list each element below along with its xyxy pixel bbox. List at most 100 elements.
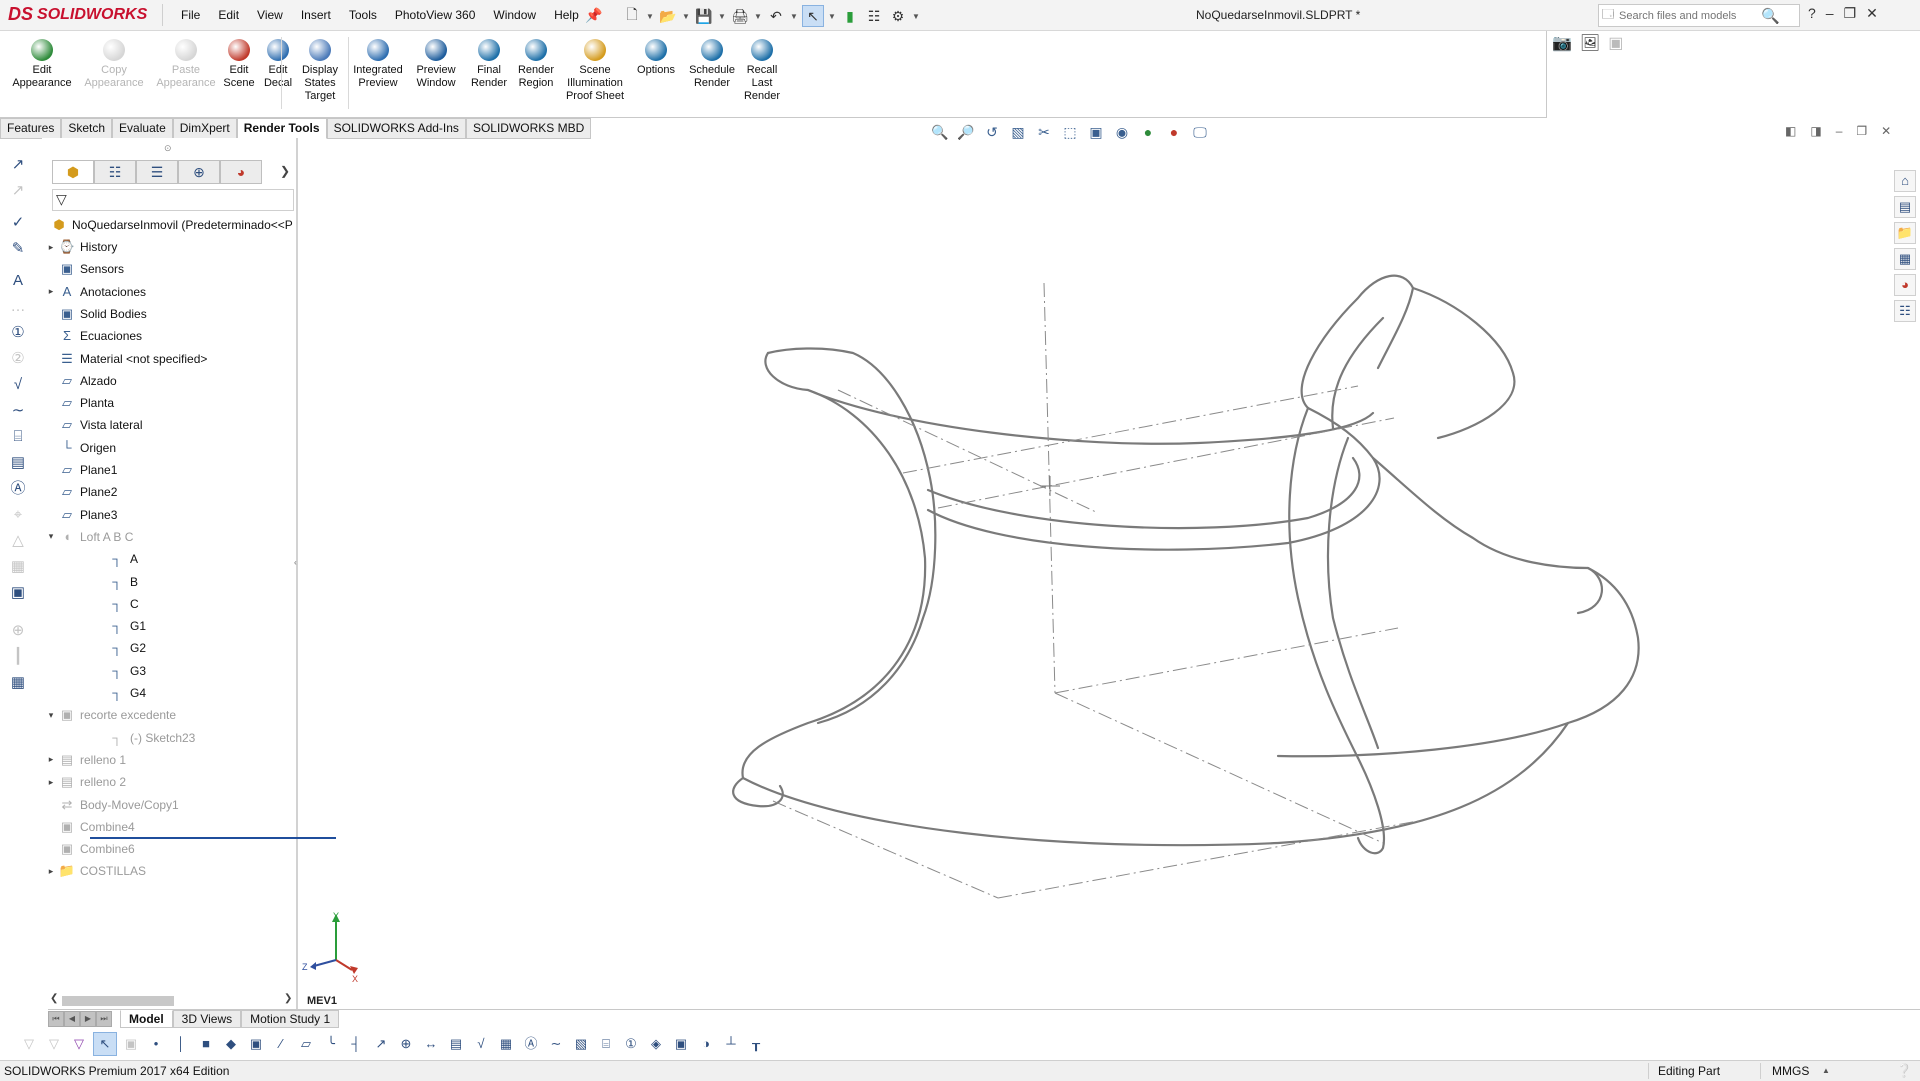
- viewport-close-icon[interactable]: ✕: [1881, 124, 1891, 138]
- tree-item[interactable]: ⇄ Body-Move/Copy1: [44, 794, 179, 816]
- filter-dimensions-icon[interactable]: ↔: [420, 1033, 442, 1055]
- tree-item[interactable]: ▱ Plane2: [44, 481, 117, 503]
- expand-arrow-icon[interactable]: ▸: [44, 242, 58, 253]
- expand-arrow-icon[interactable]: ▸: [44, 286, 58, 297]
- display-manager-tab-icon[interactable]: ◕: [220, 160, 262, 184]
- select-pointer-icon[interactable]: ↖: [802, 5, 824, 27]
- undo-icon[interactable]: ↶: [766, 6, 786, 26]
- camera-icon[interactable]: 📷: [1552, 33, 1572, 53]
- tree-item[interactable]: Σ Ecuaciones: [44, 325, 142, 347]
- save-dropdown-icon[interactable]: ▼: [718, 12, 726, 21]
- filter-cosmetic-icon[interactable]: ◈: [645, 1033, 667, 1055]
- close-icon[interactable]: ✕: [1866, 5, 1878, 22]
- tree-item[interactable]: ▱ Plane3: [44, 504, 117, 526]
- prev-tab-icon[interactable]: ◀: [64, 1011, 80, 1027]
- filter-solid-bodies-icon[interactable]: ▣: [245, 1033, 267, 1055]
- manager-tabs-scroll-right-icon[interactable]: ❯: [280, 164, 290, 178]
- tree-item[interactable]: ┐ G3: [94, 660, 146, 682]
- unit-system-selector[interactable]: MMGS: [1772, 1064, 1809, 1078]
- open-document-icon[interactable]: 📂: [658, 6, 678, 26]
- photo-render-icon[interactable]: 🖼: [1580, 33, 1600, 53]
- tree-item[interactable]: ▣ Solid Bodies: [44, 303, 147, 325]
- tab-addins[interactable]: SOLIDWORKS Add-Ins: [326, 118, 466, 139]
- filter-hatch-icon[interactable]: ▧: [570, 1033, 592, 1055]
- options-gear-icon[interactable]: ⚙: [888, 6, 908, 26]
- filter-datum-icon[interactable]: Ⓐ: [520, 1033, 542, 1055]
- tree-item[interactable]: ▣ Combine6: [44, 838, 135, 860]
- menu-photoview[interactable]: PhotoView 360: [386, 8, 485, 22]
- filter-icon[interactable]: ▽: [56, 191, 67, 208]
- tab-mbd[interactable]: SOLIDWORKS MBD: [465, 118, 592, 139]
- design-library-icon[interactable]: ▤: [1894, 196, 1916, 218]
- filter-sketch-points-icon[interactable]: ┤: [345, 1033, 367, 1055]
- filter-surface-finish-icon[interactable]: √: [470, 1033, 492, 1055]
- filter-faces-icon[interactable]: ■: [195, 1033, 217, 1055]
- reference-triad[interactable]: Y X Z: [302, 912, 362, 1002]
- menu-insert[interactable]: Insert: [292, 8, 340, 22]
- menu-edit[interactable]: Edit: [209, 8, 248, 22]
- tree-item[interactable]: ☰ Material <not specified>: [44, 348, 207, 370]
- scroll-left-icon[interactable]: ❮: [50, 993, 58, 1004]
- print-icon[interactable]: 🖨: [730, 6, 750, 26]
- rebuild-traffic-light-icon[interactable]: ▮: [840, 6, 860, 26]
- unit-system-dropdown-icon[interactable]: ▲: [1822, 1066, 1830, 1075]
- render-tool-button[interactable]: Display States Target: [290, 39, 350, 103]
- balloon-icon[interactable]: ①: [6, 322, 30, 344]
- filter-routing-icon[interactable]: ┰: [745, 1033, 767, 1055]
- filter-center-marks-icon[interactable]: ↗: [370, 1033, 392, 1055]
- datum-feature-icon[interactable]: Ⓐ: [6, 478, 30, 500]
- restore-icon[interactable]: ❐: [1844, 5, 1857, 22]
- panel-horizontal-scrollbar[interactable]: ❮ ❯: [48, 993, 294, 1007]
- format-painter-icon[interactable]: ✎: [6, 238, 30, 260]
- filter-hole-icon[interactable]: ⌸: [595, 1033, 617, 1055]
- filter-balloon-icon[interactable]: ①: [620, 1033, 642, 1055]
- filter-vertices-icon[interactable]: •: [145, 1033, 167, 1055]
- geometric-tolerance-icon[interactable]: ▤: [6, 452, 30, 474]
- tree-filter[interactable]: ▽: [52, 189, 294, 211]
- render-tool-button[interactable]: Options: [626, 39, 686, 77]
- search-input[interactable]: [1617, 8, 1761, 23]
- open-dropdown-icon[interactable]: ▼: [682, 12, 690, 21]
- viewport-minimize-icon[interactable]: –: [1836, 124, 1843, 138]
- render-tool-button[interactable]: Preview Window: [406, 39, 466, 90]
- tab-features[interactable]: Features: [0, 118, 62, 139]
- next-tab-icon[interactable]: ▶: [80, 1011, 96, 1027]
- tree-item[interactable]: ▣ Combine4: [44, 816, 135, 838]
- render-tool-button[interactable]: Scene Illumination Proof Sheet: [565, 39, 625, 103]
- tree-item[interactable]: ┐ C: [94, 593, 138, 615]
- filter-edges-icon[interactable]: │: [170, 1033, 192, 1055]
- custom-properties-icon[interactable]: ☷: [1894, 300, 1916, 322]
- panel-resize-handle[interactable]: ⊙: [164, 143, 172, 154]
- expand-arrow-icon[interactable]: ▸: [44, 754, 58, 765]
- minimize-icon[interactable]: –: [1826, 5, 1834, 22]
- collapse-arrow-icon[interactable]: ▾: [44, 531, 58, 542]
- undo-dropdown-icon[interactable]: ▼: [790, 12, 798, 21]
- spell-check-icon[interactable]: ✓: [6, 212, 30, 234]
- selection-filter-pointer-icon[interactable]: ↖: [93, 1032, 117, 1056]
- filter-notes-icon[interactable]: ▤: [445, 1033, 467, 1055]
- filter-origin-icon[interactable]: ◑: [695, 1033, 717, 1055]
- tree-item[interactable]: └ Origen: [44, 437, 116, 459]
- tree-item[interactable]: ▸ ▤ relleno 2: [44, 771, 126, 793]
- tree-item[interactable]: ▸ ⌚ History: [44, 236, 118, 258]
- search-box[interactable]: 🗔 🔍: [1598, 4, 1800, 27]
- viewport-prev-icon[interactable]: ◧: [1785, 124, 1796, 138]
- select-dropdown-icon[interactable]: ▼: [828, 12, 836, 21]
- feature-manager-tab-icon[interactable]: ⬢: [52, 160, 94, 184]
- hole-callout-icon[interactable]: ⌸: [6, 426, 30, 448]
- save-icon[interactable]: 💾: [694, 6, 714, 26]
- collapse-arrow-icon[interactable]: ▾: [44, 710, 58, 721]
- tree-item[interactable]: ▾ ◖ Loft A B C: [44, 526, 134, 548]
- print-dropdown-icon[interactable]: ▼: [754, 12, 762, 21]
- graphics-area[interactable]: [298, 138, 1878, 1012]
- render-tool-button[interactable]: Integrated Preview: [348, 39, 408, 90]
- configuration-manager-tab-icon[interactable]: ☰: [136, 160, 178, 184]
- tree-item[interactable]: ▸ ▤ relleno 1: [44, 749, 126, 771]
- search-scope-icon[interactable]: 🗔: [1599, 5, 1617, 26]
- filter-all-icon[interactable]: ▽: [68, 1033, 90, 1055]
- render-tool-button[interactable]: Recall Last Render: [732, 39, 792, 103]
- menu-file[interactable]: File: [172, 8, 209, 22]
- file-properties-icon[interactable]: ☷: [864, 6, 884, 26]
- menu-view[interactable]: View: [248, 8, 292, 22]
- menu-help[interactable]: Help: [545, 8, 588, 22]
